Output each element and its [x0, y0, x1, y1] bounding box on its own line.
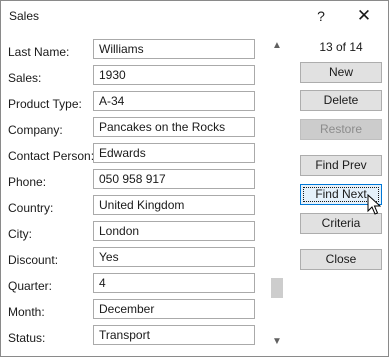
field-row-city: City: [1, 221, 263, 247]
status-field[interactable] [93, 325, 255, 345]
field-row-quarter: Quarter: [1, 273, 263, 299]
criteria-button[interactable]: Criteria [300, 213, 382, 234]
field-label: Last Name: [8, 45, 70, 59]
sales-field[interactable] [93, 65, 255, 85]
field-label: Country: [8, 201, 54, 215]
scroll-down-arrow-icon[interactable]: ▼ [269, 335, 285, 349]
scroll-up-arrow-icon[interactable]: ▲ [269, 39, 285, 53]
field-label: Status: [8, 331, 46, 345]
country-field[interactable] [93, 195, 255, 215]
field-row-month: Month: [1, 299, 263, 325]
close-button[interactable]: Close [300, 249, 382, 270]
field-row-status: Status: [1, 325, 263, 351]
record-scrollbar[interactable]: ▲ ▼ [269, 39, 285, 351]
field-row-product-type: Product Type: [1, 91, 263, 117]
discount-field[interactable] [93, 247, 255, 267]
field-row-last-name: Last Name: [1, 39, 263, 65]
phone-field[interactable] [93, 169, 255, 189]
month-field[interactable] [93, 299, 255, 319]
field-label: Contact Person: [8, 149, 95, 163]
field-row-contact-person: Contact Person: [1, 143, 263, 169]
record-counter: 13 of 14 [319, 40, 363, 54]
delete-button[interactable]: Delete [300, 90, 382, 111]
product-type-field[interactable] [93, 91, 255, 111]
field-label: Month: [8, 305, 45, 319]
new-button[interactable]: New [300, 62, 382, 83]
field-label: Company: [8, 123, 63, 137]
quarter-field[interactable] [93, 273, 255, 293]
field-row-company: Company: [1, 117, 263, 143]
contact-person-field[interactable] [93, 143, 255, 163]
dialog-title: Sales [9, 9, 40, 23]
find-prev-button[interactable]: Find Prev [300, 155, 382, 176]
company-field[interactable] [93, 117, 255, 137]
field-label: Discount: [8, 253, 59, 267]
restore-button[interactable]: Restore [300, 119, 382, 140]
field-label: Quarter: [8, 279, 53, 293]
mouse-pointer-icon [367, 194, 381, 215]
field-row-discount: Discount: [1, 247, 263, 273]
close-window-button[interactable]: ✕ [354, 6, 374, 26]
field-label: Product Type: [8, 97, 82, 111]
data-form-dialog: Sales ? ✕ Last Name: Sales: Product Type… [0, 0, 389, 357]
scroll-thumb[interactable] [271, 278, 283, 298]
field-label: Sales: [8, 71, 42, 85]
field-label: City: [8, 227, 32, 241]
city-field[interactable] [93, 221, 255, 241]
field-label: Phone: [8, 175, 47, 189]
field-row-phone: Phone: [1, 169, 263, 195]
help-button[interactable]: ? [312, 6, 330, 26]
field-row-sales: Sales: [1, 65, 263, 91]
field-row-country: Country: [1, 195, 263, 221]
last-name-field[interactable] [93, 39, 255, 59]
